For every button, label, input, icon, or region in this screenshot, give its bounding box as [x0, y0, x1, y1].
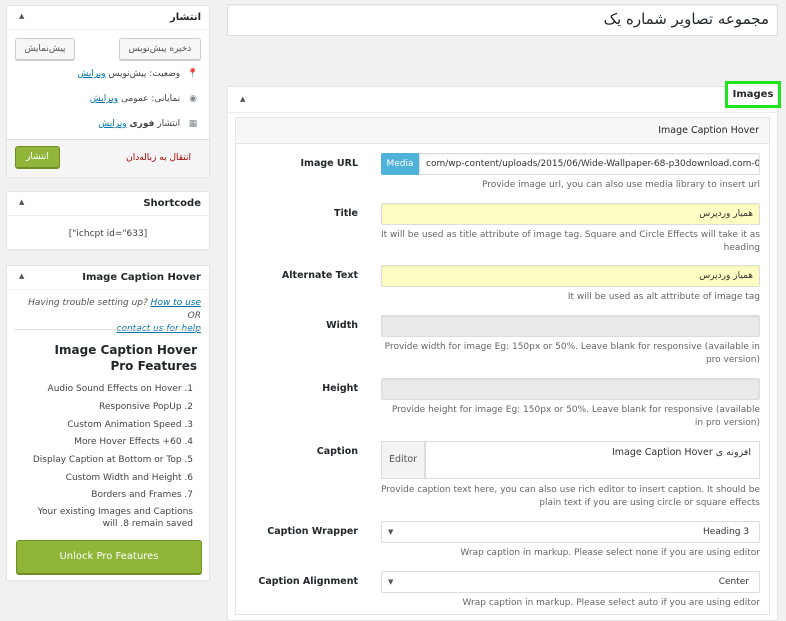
post-title-input[interactable]: مجموعه تصاویر شماره یک	[227, 4, 778, 36]
status-row: 📍 وضعیت: پیش‌نویس ویرایش	[23, 69, 199, 85]
move-to-trash-link[interactable]: انتقال به زباله‌دان	[126, 153, 191, 163]
images-box-header[interactable]: ▲	[228, 87, 777, 113]
caption-alignment-help: Wrap caption in markup. Please select au…	[462, 598, 760, 608]
pin-icon: 📍	[187, 69, 199, 79]
width-label: Width	[326, 320, 358, 331]
schedule-label: انتشار	[157, 119, 181, 129]
alt-text-input[interactable]: همیار وردپرس	[381, 265, 760, 287]
chevron-down-icon: ▼	[388, 528, 394, 536]
editor-button[interactable]: Editor	[381, 441, 425, 479]
shortcode-box: ▲ Shortcode ["ichcpt id="633]	[6, 191, 210, 250]
caption-alignment-label: Caption Alignment	[258, 576, 358, 587]
or-text: OR	[187, 311, 201, 321]
caption-alignment-value: Center	[718, 577, 749, 587]
width-help: Provide width for image Eg: 150px or 50%…	[384, 342, 760, 365]
feature-item: Audio Sound Effects on Hover .1	[47, 384, 193, 394]
ich-promo-title: Image Caption Hover	[82, 272, 201, 283]
images-box-title: Images	[725, 81, 781, 108]
trouble-text: Having trouble setting up?	[28, 298, 148, 308]
caption-textarea[interactable]: افزونه ی Image Caption Hover	[425, 441, 760, 479]
feature-item: Your existing Images and Captions will .…	[37, 507, 193, 529]
publish-box-title: انتشار	[170, 12, 201, 23]
caption-wrapper-value: Heading 3	[702, 527, 749, 537]
status-label: وضعیت: پیش‌نویس	[108, 69, 181, 79]
title-input[interactable]: همیار وردپرس	[381, 203, 760, 225]
visibility-label: نمایانی: عمومی	[120, 94, 181, 104]
collapse-toggle-icon[interactable]: ▲	[19, 198, 24, 206]
divider	[15, 329, 201, 330]
feature-item: Display Caption at Bottom or Top .5	[32, 455, 193, 465]
shortcode-text[interactable]: ["ichcpt id="633]	[7, 229, 209, 239]
chevron-down-icon: ▼	[388, 578, 394, 586]
alt-text-label: Alternate Text	[281, 270, 358, 281]
feature-item: More Hover Effects +60 .4	[74, 437, 193, 447]
ich-promo-header[interactable]: ▲ Image Caption Hover	[7, 266, 209, 290]
media-button[interactable]: Media	[381, 153, 419, 175]
width-input[interactable]	[381, 315, 760, 337]
schedule-value: فوری	[129, 119, 155, 129]
collapse-toggle-icon[interactable]: ▲	[19, 272, 24, 280]
shortcode-box-title: Shortcode	[143, 198, 201, 209]
caption-alignment-select[interactable]: ▼ Center	[381, 571, 760, 593]
image-url-help: Provide image url, you can also use medi…	[481, 180, 760, 190]
caption-wrapper-help: Wrap caption in markup. Please select no…	[460, 548, 760, 558]
images-title-text: Images	[732, 89, 774, 100]
height-label: Height	[322, 383, 358, 394]
collapse-toggle-icon[interactable]: ▲	[19, 12, 24, 20]
panel-title: Image Caption Hover	[658, 125, 759, 136]
title-label: Title	[334, 208, 358, 219]
caption-wrapper-select[interactable]: ▼ Heading 3	[381, 521, 760, 543]
feature-item: Responsive PopUp .2	[99, 402, 193, 412]
feature-item: Custom Width and Height .6	[65, 473, 193, 483]
caption-help: Provide caption text here, you can also …	[381, 485, 760, 508]
save-draft-button[interactable]: ذخیره پیش‌نویس	[119, 38, 201, 60]
publish-box-header[interactable]: ▲ انتشار	[7, 6, 209, 30]
collapse-toggle-icon[interactable]: ▲	[240, 95, 245, 103]
post-title-text: مجموعه تصاویر شماره یک	[603, 10, 769, 28]
visibility-edit-link[interactable]: ویرایش	[90, 94, 118, 104]
caption-wrapper-label: Caption Wrapper	[267, 526, 358, 537]
height-input[interactable]	[381, 378, 760, 400]
schedule-row: ▦ انتشار فوری ویرایش	[23, 119, 199, 135]
image-url-input[interactable]: com/wp-content/uploads/2015/06/Wide-Wall…	[419, 153, 760, 175]
calendar-icon: ▦	[188, 119, 198, 129]
caption-label: Caption	[316, 446, 358, 457]
status-edit-link[interactable]: ویرایش	[77, 69, 105, 79]
alt-text-help: It will be used as alt attribute of imag…	[567, 292, 760, 302]
preview-button[interactable]: پیش‌نمایش	[15, 38, 75, 60]
feature-item: Custom Animation Speed .3	[67, 420, 193, 430]
schedule-edit-link[interactable]: ویرایش	[98, 119, 126, 129]
shortcode-box-header[interactable]: ▲ Shortcode	[7, 192, 209, 216]
height-help: Provide height for image Eg: 150px or 50…	[391, 405, 760, 428]
feature-item: Borders and Frames .7	[91, 490, 193, 500]
help-text: Having trouble setting up? How to use OR…	[13, 297, 201, 336]
unlock-pro-button[interactable]: Unlock Pro Features	[16, 540, 202, 574]
publish-box: ▲ انتشار ذخیره پیش‌نویس پیش‌نمایش 📍 وضعی…	[6, 5, 210, 177]
eye-icon: ◉	[189, 94, 197, 104]
visibility-row: ◉ نمایانی: عمومی ویرایش	[23, 94, 199, 110]
ich-promo-box: ▲ Image Caption Hover Having trouble set…	[6, 265, 210, 581]
pro-features-title: Image Caption Hover Pro Features	[54, 343, 197, 373]
title-help: It will be used as title attribute of im…	[381, 230, 761, 253]
panel-header[interactable]: Image Caption Hover	[236, 118, 769, 144]
caption-text: افزونه ی Image Caption Hover	[611, 447, 751, 458]
publish-button[interactable]: انتشار	[15, 146, 60, 168]
image-url-label: Image URL	[300, 158, 358, 169]
how-to-use-link[interactable]: How to use	[151, 298, 201, 308]
